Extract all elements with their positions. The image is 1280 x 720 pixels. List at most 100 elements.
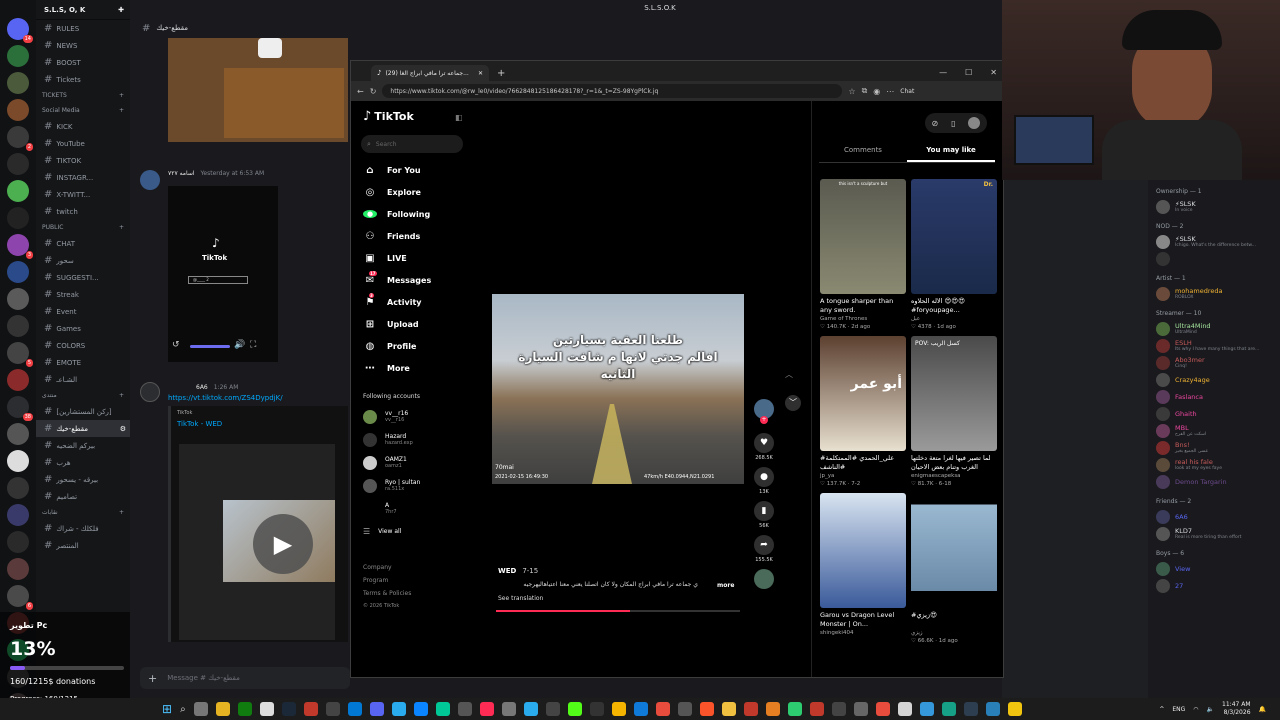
channel-advisors[interactable]: # [ركن المستشارين] xyxy=(36,403,130,420)
member[interactable]: Demon Targarin xyxy=(1148,473,1280,490)
app-icon[interactable] xyxy=(501,702,516,716)
channel-suhoor[interactable]: # سحور xyxy=(36,252,130,269)
add-attachment-icon[interactable]: + xyxy=(148,672,157,685)
channel-chat[interactable]: # CHAT xyxy=(36,235,130,252)
search-input[interactable]: ⌕ Search xyxy=(361,135,463,153)
nav-activity[interactable]: ⚑ 3 Activity xyxy=(351,291,481,313)
file-explorer-icon[interactable] xyxy=(215,702,230,716)
nav-for-you[interactable]: ⌂ For You xyxy=(351,159,481,181)
recommended-card[interactable]: Dr. الاله الحلاوه 😍😍😍 #foryoupage... عبل… xyxy=(911,179,997,330)
category-guilds[interactable]: نقابات + xyxy=(36,505,130,520)
app-icon[interactable] xyxy=(435,702,450,716)
footer-company[interactable]: Company xyxy=(363,561,411,574)
app-icon[interactable] xyxy=(941,702,956,716)
server-icon[interactable] xyxy=(7,504,29,526)
channel-clips-selected[interactable]: # مقطع-خيك ⚙ xyxy=(36,420,130,437)
channel-twitch[interactable]: # twitch xyxy=(36,203,130,220)
app-icon[interactable] xyxy=(193,702,208,716)
followed-account[interactable]: vv__r16 vv__r16 xyxy=(351,405,481,428)
server-icon[interactable]: 6 xyxy=(7,585,33,610)
minimize-button[interactable]: — xyxy=(939,68,947,77)
app-icon[interactable] xyxy=(303,702,318,716)
url-field[interactable]: https://www.tiktok.com/@rw_le0/video/766… xyxy=(382,84,843,98)
member[interactable]: ⚡SLSK Ichigo. What's the difference betw.… xyxy=(1148,233,1280,250)
refresh-icon[interactable]: ↻ xyxy=(370,87,377,96)
message-author[interactable]: 6A6 xyxy=(196,384,208,391)
message-link[interactable]: https://vt.tiktok.com/ZS4DypdjK/ xyxy=(168,394,283,402)
channel-ar-5[interactable]: # بيرقه - يسحور xyxy=(36,471,130,488)
member[interactable]: 6A6 xyxy=(1148,508,1280,525)
comment-button[interactable]: ● xyxy=(754,467,774,487)
app-icon[interactable] xyxy=(325,702,340,716)
channel-event[interactable]: # Event xyxy=(36,303,130,320)
profile-icon[interactable]: ◉ xyxy=(873,87,880,96)
server-icon[interactable] xyxy=(7,288,29,310)
channel-emote[interactable]: # EMOTE xyxy=(36,354,130,371)
extensions-icon[interactable]: ⧉ xyxy=(862,86,868,96)
channel-ar-4[interactable]: # هرب xyxy=(36,454,130,471)
device-icon[interactable]: ▯ xyxy=(951,119,955,128)
app-icon[interactable] xyxy=(523,702,538,716)
app-icon[interactable] xyxy=(655,702,670,716)
view-all-link[interactable]: ☰ View all xyxy=(351,520,481,543)
member[interactable]: ESLH Its why I have many things that are.… xyxy=(1148,337,1280,354)
recommended-card[interactable]: أبو عمر #علي_الحمدي #الممتكلمة #الناشف j… xyxy=(820,336,906,487)
nav-messages[interactable]: ✉ 17 Messages xyxy=(351,269,481,291)
menu-icon[interactable]: ⋯ xyxy=(886,87,894,96)
category-tickets[interactable]: TICKETS + xyxy=(36,88,130,103)
server-icon[interactable] xyxy=(7,180,29,202)
app-icon[interactable] xyxy=(743,702,758,716)
embed-title[interactable]: TikTok - WED xyxy=(177,420,342,428)
app-icon[interactable] xyxy=(1007,702,1022,716)
author-avatar[interactable]: + xyxy=(754,399,774,424)
member[interactable]: 27 xyxy=(1148,577,1280,594)
app-icon[interactable] xyxy=(809,702,824,716)
category-social[interactable]: Social Media + xyxy=(36,103,130,118)
edge-icon[interactable] xyxy=(633,702,648,716)
previous-video-embed[interactable] xyxy=(168,38,348,142)
nav-upload[interactable]: ⊞ Upload xyxy=(351,313,481,335)
telegram-icon[interactable] xyxy=(391,702,406,716)
channel-news[interactable]: # NEWS xyxy=(36,37,130,54)
nav-explore[interactable]: ◎ Explore xyxy=(351,181,481,203)
more-button[interactable]: more xyxy=(717,582,734,589)
star-icon[interactable]: ☆ xyxy=(848,87,855,96)
channel-youtube[interactable]: # YouTube xyxy=(36,135,130,152)
server-icon[interactable] xyxy=(7,477,29,499)
server-icon[interactable] xyxy=(7,315,29,337)
member[interactable]: KLD7 Real is more tiring than effort xyxy=(1148,525,1280,542)
member[interactable]: mohamedreda ROBLOX xyxy=(1148,285,1280,302)
steam-icon[interactable] xyxy=(281,702,296,716)
app-icon[interactable] xyxy=(875,702,890,716)
volume-slider[interactable] xyxy=(190,345,230,348)
copilot-chat-button[interactable]: Chat xyxy=(900,88,914,95)
app-icon[interactable] xyxy=(985,702,1000,716)
server-icon[interactable] xyxy=(7,450,29,472)
app-icon[interactable] xyxy=(347,702,362,716)
like-button[interactable]: ♥ xyxy=(754,433,774,453)
see-translation-link[interactable]: See translation xyxy=(498,595,543,602)
clock[interactable]: 11:47 AM 8/3/2026 xyxy=(1222,701,1250,717)
channel-tickets[interactable]: # Tickets xyxy=(36,71,130,88)
channel-boost[interactable]: # BOOST xyxy=(36,54,130,71)
search-icon[interactable]: ⌕ xyxy=(180,704,186,715)
tab-you-may-like[interactable]: You may like xyxy=(907,143,995,162)
video-progress-bar[interactable] xyxy=(496,610,740,612)
app-icon[interactable] xyxy=(853,702,868,716)
member[interactable]: Ultra4Mind UltraMind xyxy=(1148,320,1280,337)
server-icon[interactable]: 3 xyxy=(7,234,33,259)
prev-video-icon[interactable]: ︿ xyxy=(785,369,793,380)
notifications-icon[interactable]: 🔔 xyxy=(1259,706,1266,713)
language-indicator[interactable]: ENG xyxy=(1172,706,1185,713)
maximize-button[interactable]: ☐ xyxy=(965,68,972,77)
back-icon[interactable]: ← xyxy=(357,87,364,96)
nav-friends[interactable]: ⚇ Friends xyxy=(351,225,481,247)
server-icon[interactable]: 5 xyxy=(7,342,33,367)
nav-live[interactable]: ▣ LIVE xyxy=(351,247,481,269)
start-icon[interactable]: ⊞ xyxy=(162,702,172,716)
music-disc-icon[interactable] xyxy=(754,569,774,589)
next-video-icon[interactable]: ﹀ xyxy=(785,395,801,411)
channel-suggestions[interactable]: # SUGGESTI... xyxy=(36,269,130,286)
browser-tab[interactable]: ♪ (29) جماعه ترا مافي ابراج الغا... ✕ xyxy=(371,65,489,81)
member[interactable]: real his fale look at my eyes faye xyxy=(1148,456,1280,473)
